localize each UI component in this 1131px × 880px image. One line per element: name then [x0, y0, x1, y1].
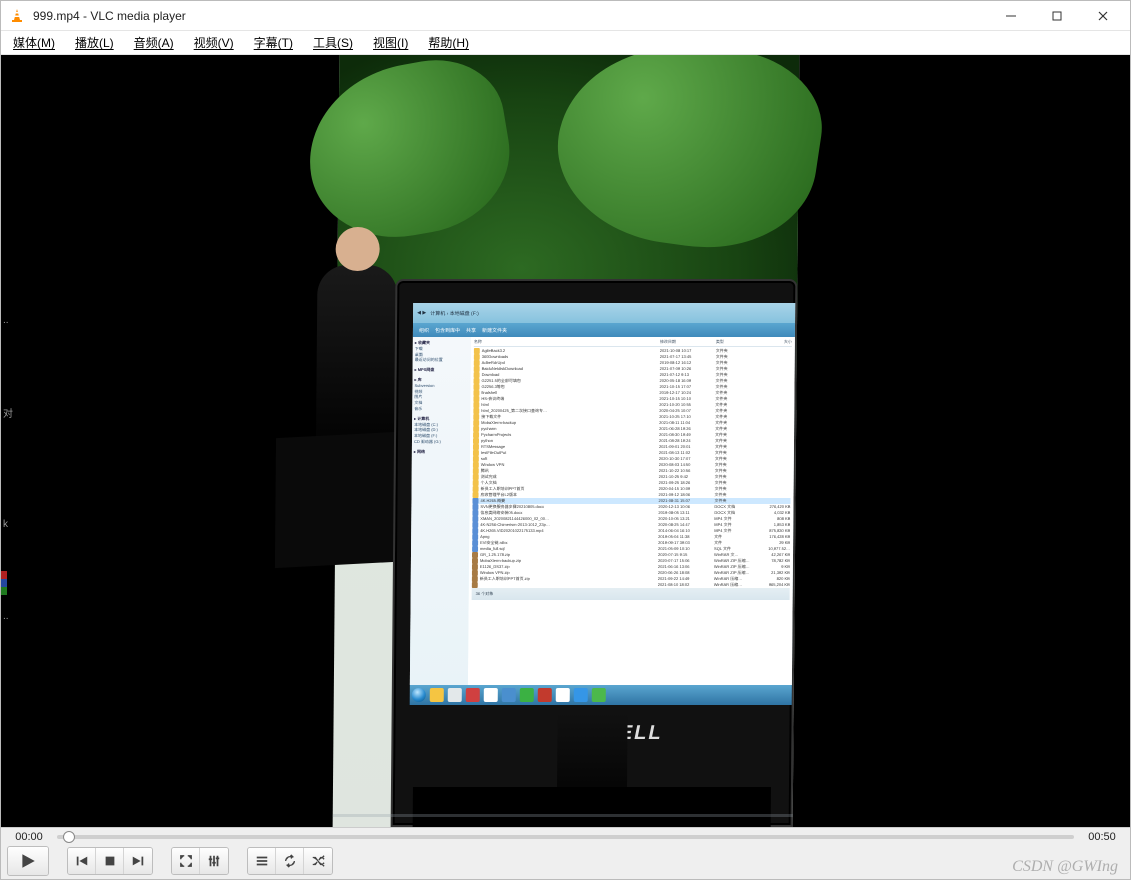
taskbar-explorer-icon	[429, 688, 443, 702]
taskbar-app-icon	[465, 688, 479, 702]
taskbar-app-icon	[555, 688, 569, 702]
windows-taskbar	[409, 685, 791, 705]
controls-panel: 00:00 00:50	[1, 827, 1130, 879]
explorer-status: 36 个对象	[471, 588, 789, 600]
stop-button[interactable]	[96, 848, 124, 874]
monitor-screen: ◀ ▶ 计算机 › 本地磁盘 (F:) 组织 包含到库中 共享 新建文件夹 ▸ …	[409, 303, 794, 685]
watermark-text: CSDN @GWIng	[1012, 858, 1118, 876]
titlebar[interactable]: 999.mp4 - VLC media player	[1, 1, 1130, 31]
taskbar-app-icon	[519, 688, 533, 702]
total-time: 00:50	[1080, 831, 1124, 843]
explorer-toolbar: 组织 包含到库中 共享 新建文件夹	[412, 323, 794, 337]
menu-view[interactable]: 视图(I)	[363, 30, 418, 55]
start-orb-icon	[411, 688, 425, 702]
explorer-path: 计算机 › 本地磁盘 (F:)	[430, 310, 479, 317]
play-button[interactable]	[8, 847, 48, 875]
previous-button[interactable]	[68, 848, 96, 874]
maximize-button[interactable]	[1034, 1, 1080, 31]
taskbar-app-icon	[447, 688, 461, 702]
menu-tools[interactable]: 工具(S)	[303, 30, 363, 55]
left-edge-artifacts: .. 对 k ..	[1, 55, 15, 827]
video-area[interactable]: .. 对 k .. ◀ ▶ 计算机 › 本地磁盘 (F:) 组织	[1, 55, 1130, 827]
shuffle-button[interactable]	[304, 848, 332, 874]
taskbar-ie-icon	[501, 688, 515, 702]
window-title: 999.mp4 - VLC media player	[33, 9, 186, 23]
menu-media[interactable]: 媒体(M)	[3, 30, 65, 55]
menubar: 媒体(M) 播放(L) 音频(A) 视频(V) 字幕(T) 工具(S) 视图(I…	[1, 31, 1130, 55]
other-monitor	[274, 432, 395, 568]
seek-knob[interactable]	[63, 831, 75, 843]
fullscreen-button[interactable]	[172, 848, 200, 874]
seek-slider[interactable]	[57, 830, 1074, 844]
taskbar-app-icon	[537, 688, 551, 702]
explorer-titlebar: ◀ ▶ 计算机 › 本地磁盘 (F:)	[413, 303, 795, 323]
vlc-cone-icon	[9, 8, 25, 24]
taskbar-app-icon	[591, 688, 605, 702]
loop-button[interactable]	[276, 848, 304, 874]
menu-help[interactable]: 帮助(H)	[418, 30, 479, 55]
taskbar-app-icon	[573, 688, 587, 702]
vlc-main-window: 999.mp4 - VLC media player 媒体(M) 播放(L) 音…	[0, 0, 1131, 880]
next-button[interactable]	[124, 848, 152, 874]
extended-settings-button[interactable]	[200, 848, 228, 874]
video-frame-content: ◀ ▶ 计算机 › 本地磁盘 (F:) 组织 包含到库中 共享 新建文件夹 ▸ …	[332, 55, 799, 827]
menu-playback[interactable]: 播放(L)	[65, 30, 124, 55]
monitor-bezel: ◀ ▶ 计算机 › 本地磁盘 (F:) 组织 包含到库中 共享 新建文件夹 ▸ …	[390, 279, 797, 827]
playlist-button[interactable]	[248, 848, 276, 874]
menu-audio[interactable]: 音频(A)	[124, 30, 184, 55]
minimize-button[interactable]	[988, 1, 1034, 31]
explorer-filelist: 名称 修改日期 类型 大小 AgileBack3.22021-10-08 10:…	[467, 337, 794, 685]
close-button[interactable]	[1080, 1, 1126, 31]
taskbar-app-icon	[483, 688, 497, 702]
elapsed-time: 00:00	[7, 831, 51, 843]
menu-subtitle[interactable]: 字幕(T)	[244, 30, 303, 55]
explorer-navpane: ▸ 收藏夹 下载 桌面 最近访问的位置▸ MPS网盘▸ 库 Subversion…	[409, 337, 470, 685]
monitor-base	[412, 787, 770, 827]
menu-video[interactable]: 视频(V)	[184, 30, 244, 55]
desk-edge	[332, 814, 792, 817]
